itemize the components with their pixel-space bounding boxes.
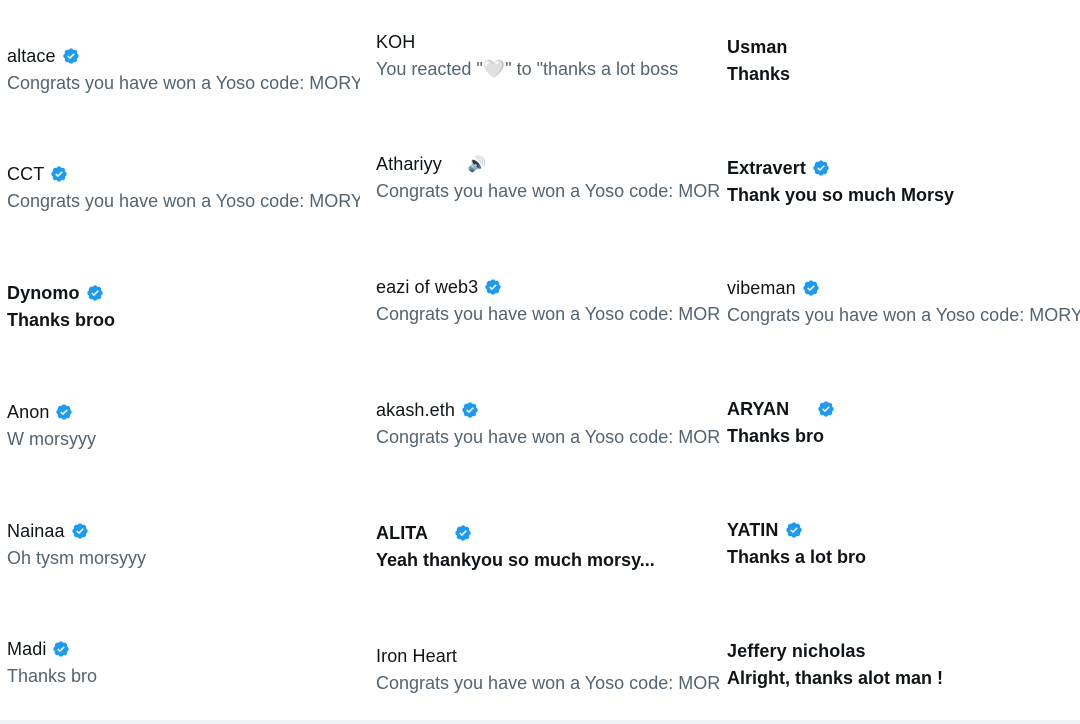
conversation-item[interactable]: Nainaa Oh tysm morsyyy <box>7 518 360 578</box>
message-preview: Thanks bro <box>7 666 98 686</box>
conversation-name: vibeman <box>727 277 796 298</box>
verified-badge-icon <box>86 284 104 302</box>
conversation-item[interactable]: Dynomo Thanks broo <box>7 280 360 340</box>
conversation-name: Usman <box>727 36 788 57</box>
conversation-item[interactable]: eazi of web3 Congrats you have won a Yos… <box>376 274 720 334</box>
conversation-item[interactable]: Usman Thanks <box>727 34 1080 94</box>
verified-badge-icon <box>802 279 820 297</box>
verified-badge-icon <box>484 278 502 296</box>
verified-badge-icon <box>55 403 73 421</box>
message-preview: Congrats you have won a Yoso code: MORSY <box>376 181 720 201</box>
conversation-name: Athariyy <box>376 153 442 174</box>
conversation-item[interactable]: vibeman Congrats you have won a Yoso cod… <box>727 275 1080 335</box>
verified-badge-icon <box>50 165 68 183</box>
verified-badge-icon <box>812 159 830 177</box>
conversation-item[interactable]: altace Congrats you have won a Yoso code… <box>7 43 360 103</box>
message-preview: Thanks broo <box>7 310 116 330</box>
message-preview: Congrats you have won a Yoso code: MORSY <box>376 673 720 693</box>
message-preview: Oh tysm morsyyy <box>7 548 147 568</box>
conversation-name: KOH <box>376 31 416 52</box>
message-preview: Congrats you have won a Yoso code: MORSY <box>376 427 720 447</box>
message-preview: Thank you so much Morsy <box>727 185 955 205</box>
conversation-name: Madi <box>7 638 47 659</box>
bottom-divider <box>0 720 1080 724</box>
conversation-name: Dynomo <box>7 282 80 303</box>
message-preview: You reacted "🤍" to "thanks a lot boss <box>376 59 679 79</box>
conversation-name: YATIN <box>727 519 779 540</box>
conversation-item[interactable]: Athariyy 🔊 Congrats you have won a Yoso c… <box>376 151 720 211</box>
conversation-item[interactable]: ALITA Yeah thankyou so much morsy... <box>376 520 720 580</box>
message-preview: Thanks <box>727 64 791 84</box>
message-preview: Congrats you have won a Yoso code: MORYS… <box>7 191 360 211</box>
conversation-name: ALITA <box>376 522 429 543</box>
conversation-name: Iron Heart <box>376 645 458 666</box>
conversation-item[interactable]: Extravert Thank you so much Morsy <box>727 155 1080 215</box>
conversation-name: Anon <box>7 401 50 422</box>
conversation-item[interactable]: Iron Heart Congrats you have won a Yoso … <box>376 643 720 703</box>
message-preview: Congrats you have won a Yoso code: MORSY <box>376 304 720 324</box>
message-preview: Congrats you have won a Yoso code: MORYS… <box>7 73 360 93</box>
message-preview: Alright, thanks alot man ! <box>727 668 944 688</box>
verified-badge-icon <box>62 47 80 65</box>
conversation-item[interactable]: akash.eth Congrats you have won a Yoso c… <box>376 397 720 457</box>
message-preview: Thanks a lot bro <box>727 547 867 567</box>
conversation-item[interactable]: YATIN Thanks a lot bro <box>727 517 1080 577</box>
message-preview: Congrats you have won a Yoso code: MORYS… <box>727 305 1080 325</box>
conversation-item[interactable]: Madi Thanks bro <box>7 636 360 696</box>
conversation-item[interactable]: Anon W morsyyy <box>7 399 360 459</box>
conversation-name: altace <box>7 45 56 66</box>
conversation-name: Extravert <box>727 157 806 178</box>
verified-badge-icon <box>817 400 835 418</box>
verified-badge-icon <box>454 524 472 542</box>
conversation-item[interactable]: ARYAN Thanks bro <box>727 396 1080 456</box>
verified-badge-icon <box>52 640 70 658</box>
verified-badge-icon <box>461 401 479 419</box>
message-preview: W morsyyy <box>7 429 96 449</box>
verified-badge-icon <box>71 522 89 540</box>
conversation-name: akash.eth <box>376 399 455 420</box>
conversation-item[interactable]: KOH You reacted "🤍" to "thanks a lot bos… <box>376 29 720 89</box>
conversation-name: Jeffery nicholas <box>727 640 866 661</box>
conversation-item[interactable]: CCT Congrats you have won a Yoso code: M… <box>7 161 360 221</box>
conversation-name: Nainaa <box>7 520 65 541</box>
conversation-name: ARYAN <box>727 398 790 419</box>
verified-badge-icon <box>785 521 803 539</box>
message-preview: Yeah thankyou so much morsy... <box>376 550 655 570</box>
conversation-name: CCT <box>7 163 45 184</box>
conversation-name: eazi of web3 <box>376 276 479 297</box>
speaker-icon: 🔊 <box>467 156 487 173</box>
message-preview: Thanks bro <box>727 426 825 446</box>
conversation-item[interactable]: Jeffery nicholas Alright, thanks alot ma… <box>727 638 1080 698</box>
